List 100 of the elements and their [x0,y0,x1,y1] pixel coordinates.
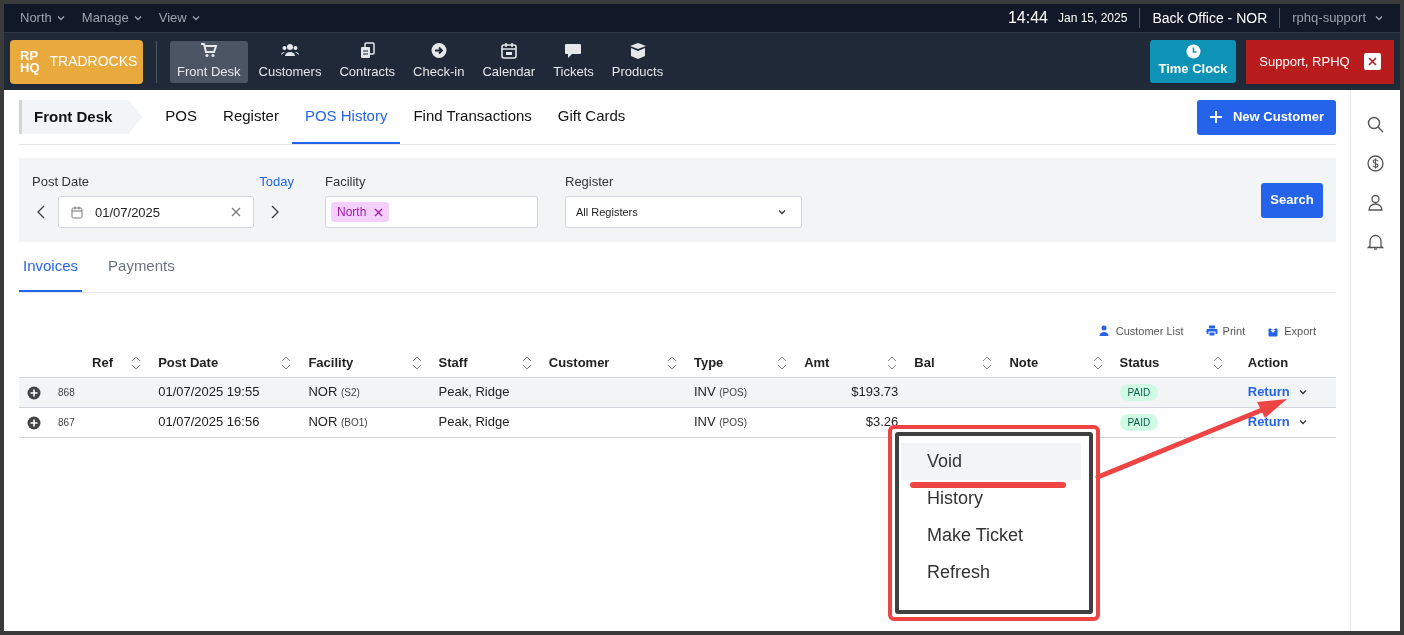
sort-icon[interactable] [665,355,678,370]
column-header: Status [1119,354,1160,372]
column-header: Customer [548,354,610,372]
field-label: Facility [325,172,367,191]
person-icon[interactable] [1367,194,1384,211]
time-clock-button[interactable]: Time Clock [1150,40,1236,83]
support-button[interactable]: Support, RPHQ [1246,39,1394,84]
register-dropdown[interactable]: All Registers [565,196,802,229]
sort-icon[interactable] [886,355,899,370]
date-text: Jan 15, 2025 [1058,10,1128,27]
nav-tab[interactable]: Find Transactions [400,90,545,144]
tab[interactable]: Payments [104,242,179,292]
nav-tab[interactable]: Register [210,90,292,144]
menu-item[interactable]: History [901,480,1081,517]
column-header: Note [1009,354,1039,372]
clock-time: 14:44 [1007,8,1048,28]
dollar-icon[interactable] [1367,155,1384,172]
field-label: Post Date [32,172,90,191]
person-icon [1098,325,1111,337]
column-header: Facility [308,354,354,372]
new-customer-button[interactable]: New Customer [1196,99,1336,135]
sort-icon[interactable] [1091,355,1104,370]
table-cell: 867 [58,417,75,429]
status-badge: PAID [1119,384,1159,402]
nav-tab[interactable]: Customers [251,40,329,83]
table-action-link[interactable]: Customer List [1098,313,1184,349]
table-cell: 01/07/2025 19:55 [158,384,260,400]
chevron-down-icon [132,13,143,23]
chat-bubble-icon [564,41,583,59]
date-field[interactable]: 01/07/2025 [58,196,254,229]
nav-tab[interactable]: Contracts [332,40,403,83]
chevron-down-icon [1297,387,1308,397]
chevron-right-icon[interactable] [270,205,280,220]
table-cell: $193.73 [851,384,899,400]
nav-tab[interactable]: Calendar [475,40,543,83]
table-action-link[interactable]: Export [1267,313,1316,349]
table-cell: INV (POS) [693,414,748,430]
clear-icon[interactable] [231,207,241,218]
column-header: Staff [438,354,468,372]
table-cell: INV (POS) [693,384,748,400]
column-header: Amt [804,354,830,372]
facility-tag[interactable]: North [331,202,390,223]
printer-icon [1205,325,1218,337]
column-header: Type [693,354,724,372]
table-cell: NOR (S2) [308,384,360,400]
table-cell: Peak, Ridge [438,414,510,430]
facility-field[interactable]: North [325,196,538,229]
chevron-down-icon [190,13,201,23]
table-cell: $3.26 [865,414,899,430]
location-text: Back Office - NOR [1152,8,1268,28]
users-icon [281,41,299,59]
return-link[interactable]: Return [1247,412,1308,432]
user-menu[interactable]: rphq-support [1292,8,1384,28]
today-link[interactable]: Today [259,171,294,192]
table-cell: 868 [58,387,75,399]
sort-icon[interactable] [776,355,789,370]
calendar-icon [71,205,83,219]
breadcrumb-label: Front Desk [19,100,143,134]
search-icon[interactable] [1367,116,1384,133]
menu-item[interactable]: Make Ticket [901,517,1081,554]
sort-icon[interactable] [520,355,533,370]
sort-icon[interactable] [1211,355,1224,370]
search-button[interactable]: Search [1261,182,1323,218]
expand-icon[interactable] [27,415,41,430]
expand-icon[interactable] [27,385,41,400]
column-header: Action [1247,354,1289,372]
sort-icon[interactable] [280,355,293,370]
bell-icon[interactable] [1367,233,1384,250]
nav-tab[interactable]: Front Desk [170,40,248,83]
nav-tab[interactable]: POS [152,90,211,144]
table-cell: 01/07/2025 16:56 [158,414,260,430]
column-header: Post Date [158,354,219,372]
chevron-left-icon[interactable] [36,205,46,220]
sort-icon[interactable] [410,355,423,370]
nav-tab[interactable]: Gift Cards [544,90,639,144]
box-icon [628,41,647,59]
table-cell: Peak, Ridge [438,384,510,400]
nav-tab[interactable]: POS History [291,90,401,144]
sort-icon[interactable] [130,355,143,370]
menu-item[interactable]: View [158,8,201,28]
logo-mark: RP HQ [20,49,40,74]
column-header: Ref [92,354,113,372]
nav-tab[interactable]: Tickets [546,40,601,83]
calendar-icon [499,41,518,59]
field-label: Register [565,172,615,191]
menu-item[interactable]: North [20,8,66,28]
nav-tab[interactable]: Products [604,40,671,83]
table-cell: NOR (BO1) [308,414,368,430]
table-action-link[interactable]: Print [1205,313,1246,349]
brand-name: TRADROCKS [49,52,138,71]
tab[interactable]: Invoices [19,242,83,292]
sort-icon[interactable] [981,355,994,370]
chevron-down-icon [1374,13,1384,23]
close-icon[interactable] [1363,53,1381,70]
remove-icon[interactable] [374,207,384,217]
nav-tab[interactable]: Check-in [406,40,472,83]
menu-item[interactable]: Refresh [901,554,1081,591]
menu-item[interactable]: Manage [81,8,143,28]
column-header: Bal [914,354,935,372]
menu-item[interactable]: Void [901,443,1081,480]
